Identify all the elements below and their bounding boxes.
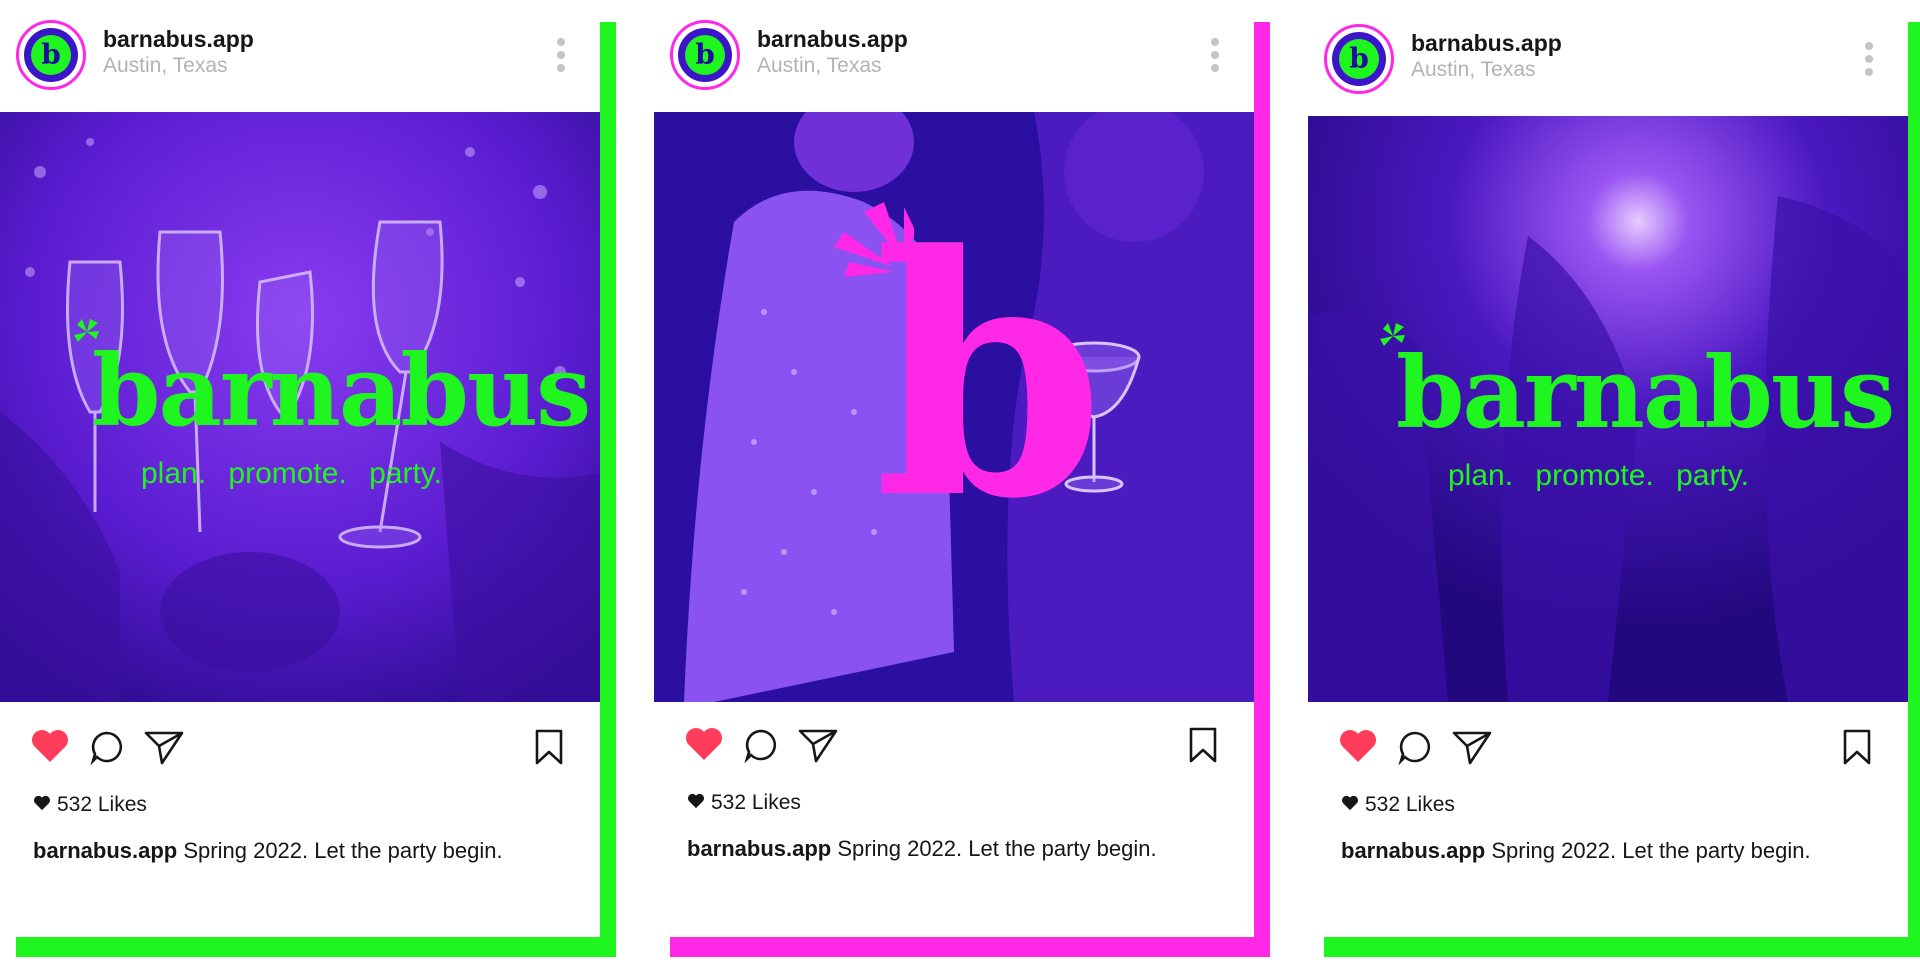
caption-text: Spring 2022. Let the party begin.	[1491, 838, 1811, 863]
post-image[interactable]: barnabus plan. promote. party.	[1308, 116, 1908, 702]
send-icon[interactable]	[1451, 728, 1493, 766]
username[interactable]: barnabus.app	[103, 26, 254, 53]
location[interactable]: Austin, Texas	[103, 54, 228, 78]
heart-small-icon	[34, 795, 50, 811]
logo-wordmark: barnabus	[1396, 336, 1895, 451]
logo-wordmark: barnabus	[92, 334, 591, 449]
post-1: b barnabus.app Austin, Texas barnabus pl…	[0, 0, 622, 965]
action-bar	[1308, 720, 1908, 780]
post-card: b barnabus.app Austin, Texas	[1308, 0, 1908, 937]
heart-small-icon	[688, 793, 704, 809]
post-card: b barnabus.app Austin, Texas	[654, 0, 1254, 937]
likes-count[interactable]: 532 Likes	[33, 793, 147, 817]
username[interactable]: barnabus.app	[757, 26, 908, 53]
heart-small-icon	[1342, 795, 1358, 811]
comment-icon[interactable]	[1397, 729, 1433, 765]
likes-text: 532 Likes	[57, 793, 147, 816]
caption: barnabus.app Spring 2022. Let the party …	[33, 838, 503, 864]
more-vertical-icon[interactable]	[1864, 42, 1874, 82]
more-vertical-icon[interactable]	[1210, 38, 1220, 78]
avatar[interactable]: b	[1324, 24, 1394, 94]
post-image[interactable]: b	[654, 112, 1254, 702]
send-icon[interactable]	[797, 726, 839, 764]
avatar-logo: b	[31, 35, 71, 75]
caption-username[interactable]: barnabus.app	[33, 838, 177, 863]
avatar-logo: b	[685, 35, 725, 75]
avatar-ring: b	[24, 28, 78, 82]
bookmark-icon[interactable]	[1187, 726, 1219, 764]
caption-username[interactable]: barnabus.app	[1341, 838, 1485, 863]
comment-icon[interactable]	[743, 727, 779, 763]
likes-count[interactable]: 532 Likes	[687, 791, 801, 815]
post-2: b barnabus.app Austin, Texas b 532 Likes…	[654, 0, 1276, 965]
avatar-logo: b	[1339, 39, 1379, 79]
tagline: plan. promote. party.	[141, 457, 442, 490]
caption-username[interactable]: barnabus.app	[687, 836, 831, 861]
location[interactable]: Austin, Texas	[1411, 58, 1536, 82]
location[interactable]: Austin, Texas	[757, 54, 882, 78]
action-bar	[0, 720, 600, 780]
avatar[interactable]: b	[670, 20, 740, 90]
caption-text: Spring 2022. Let the party begin.	[837, 836, 1157, 861]
post-card: b barnabus.app Austin, Texas	[0, 0, 600, 937]
caption-text: Spring 2022. Let the party begin.	[183, 838, 503, 863]
post-3: b barnabus.app Austin, Texas barnabus pl…	[1308, 0, 1920, 965]
heart-icon[interactable]	[1338, 728, 1378, 764]
caption: barnabus.app Spring 2022. Let the party …	[1341, 838, 1811, 864]
post-header: b barnabus.app Austin, Texas	[0, 0, 600, 112]
avatar-ring: b	[1332, 32, 1386, 86]
username[interactable]: barnabus.app	[1411, 30, 1562, 57]
heart-icon[interactable]	[30, 728, 70, 764]
post-header: b barnabus.app Austin, Texas	[1308, 4, 1908, 116]
avatar[interactable]: b	[16, 20, 86, 90]
post-header: b barnabus.app Austin, Texas	[654, 0, 1254, 112]
action-bar	[654, 720, 1254, 780]
caption: barnabus.app Spring 2022. Let the party …	[687, 836, 1157, 862]
bookmark-icon[interactable]	[1841, 728, 1873, 766]
comment-icon[interactable]	[89, 729, 125, 765]
more-vertical-icon[interactable]	[556, 38, 566, 78]
bookmark-icon[interactable]	[533, 728, 565, 766]
heart-icon[interactable]	[684, 726, 724, 762]
likes-text: 532 Likes	[1365, 793, 1455, 816]
send-icon[interactable]	[143, 728, 185, 766]
avatar-ring: b	[678, 28, 732, 82]
logo-letter: b	[874, 183, 1105, 571]
likes-text: 532 Likes	[711, 791, 801, 814]
likes-count[interactable]: 532 Likes	[1341, 793, 1455, 817]
post-image[interactable]: barnabus plan. promote. party.	[0, 112, 600, 702]
tagline: plan. promote. party.	[1448, 459, 1749, 492]
